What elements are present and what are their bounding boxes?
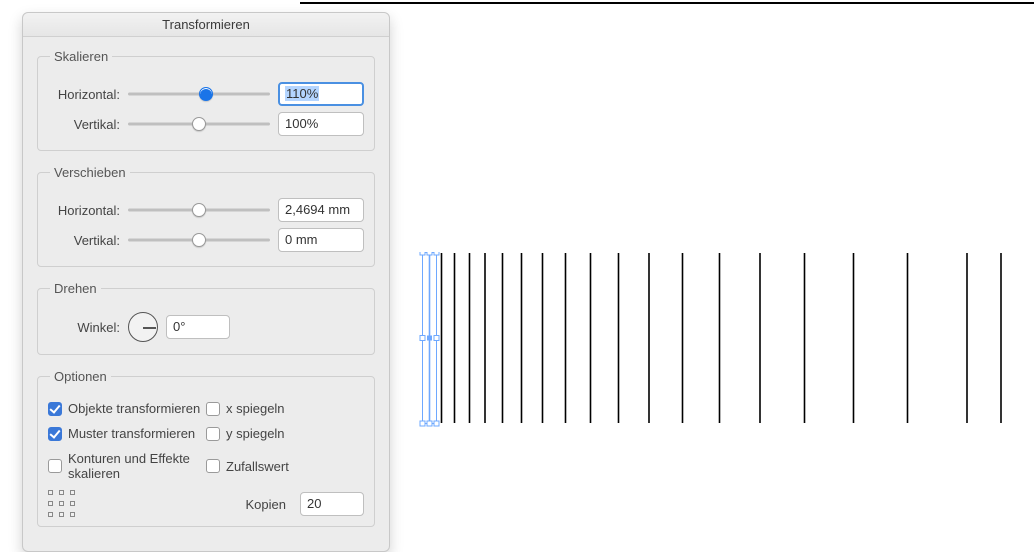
scale-h-input[interactable]: 110% (278, 82, 364, 106)
angle-label: Winkel: (48, 320, 120, 335)
angle-input[interactable]: 0° (166, 315, 230, 339)
checkbox-icon (206, 459, 220, 473)
panel-title: Transformieren (23, 13, 389, 37)
copies-input[interactable]: 20 (300, 492, 364, 516)
rotate-group: Drehen Winkel: 0° (37, 281, 375, 355)
ruler-edge (300, 2, 1034, 4)
move-h-label: Horizontal: (48, 203, 120, 218)
rotate-legend: Drehen (50, 281, 101, 296)
copies-label: Kopien (246, 497, 286, 512)
opt-random[interactable]: Zufallswert (206, 451, 364, 481)
move-h-input[interactable]: 2,4694 mm (278, 198, 364, 222)
opt-transform-patterns[interactable]: Muster transformieren (48, 426, 206, 441)
options-group: Optionen Objekte transformieren x spiege… (37, 369, 375, 527)
scale-v-input[interactable]: 100% (278, 112, 364, 136)
opt-transform-objects[interactable]: Objekte transformieren (48, 401, 206, 416)
checkbox-icon (48, 427, 62, 441)
move-group: Verschieben Horizontal: 2,4694 mm Vertik… (37, 165, 375, 267)
scale-h-slider[interactable] (128, 84, 270, 104)
checkbox-icon (206, 402, 220, 416)
transform-panel: Transformieren Skalieren Horizontal: 110… (22, 12, 390, 552)
opt-mirror-x[interactable]: x spiegeln (206, 401, 364, 416)
scale-h-label: Horizontal: (48, 87, 120, 102)
move-v-input[interactable]: 0 mm (278, 228, 364, 252)
checkbox-icon (48, 459, 62, 473)
reference-point-selector[interactable] (48, 490, 76, 518)
scale-legend: Skalieren (50, 49, 112, 64)
move-legend: Verschieben (50, 165, 130, 180)
checkbox-icon (206, 427, 220, 441)
scale-v-slider[interactable] (128, 114, 270, 134)
artwork-group[interactable] (418, 252, 1018, 432)
scale-group: Skalieren Horizontal: 110% Vertikal: 100… (37, 49, 375, 151)
move-h-slider[interactable] (128, 200, 270, 220)
scale-v-label: Vertikal: (48, 117, 120, 132)
opt-scale-strokes[interactable]: Konturen und Effekte skalieren (48, 451, 206, 481)
checkbox-icon (48, 402, 62, 416)
move-v-slider[interactable] (128, 230, 270, 250)
options-legend: Optionen (50, 369, 111, 384)
angle-dial[interactable] (128, 312, 158, 342)
move-v-label: Vertikal: (48, 233, 120, 248)
opt-mirror-y[interactable]: y spiegeln (206, 426, 364, 441)
